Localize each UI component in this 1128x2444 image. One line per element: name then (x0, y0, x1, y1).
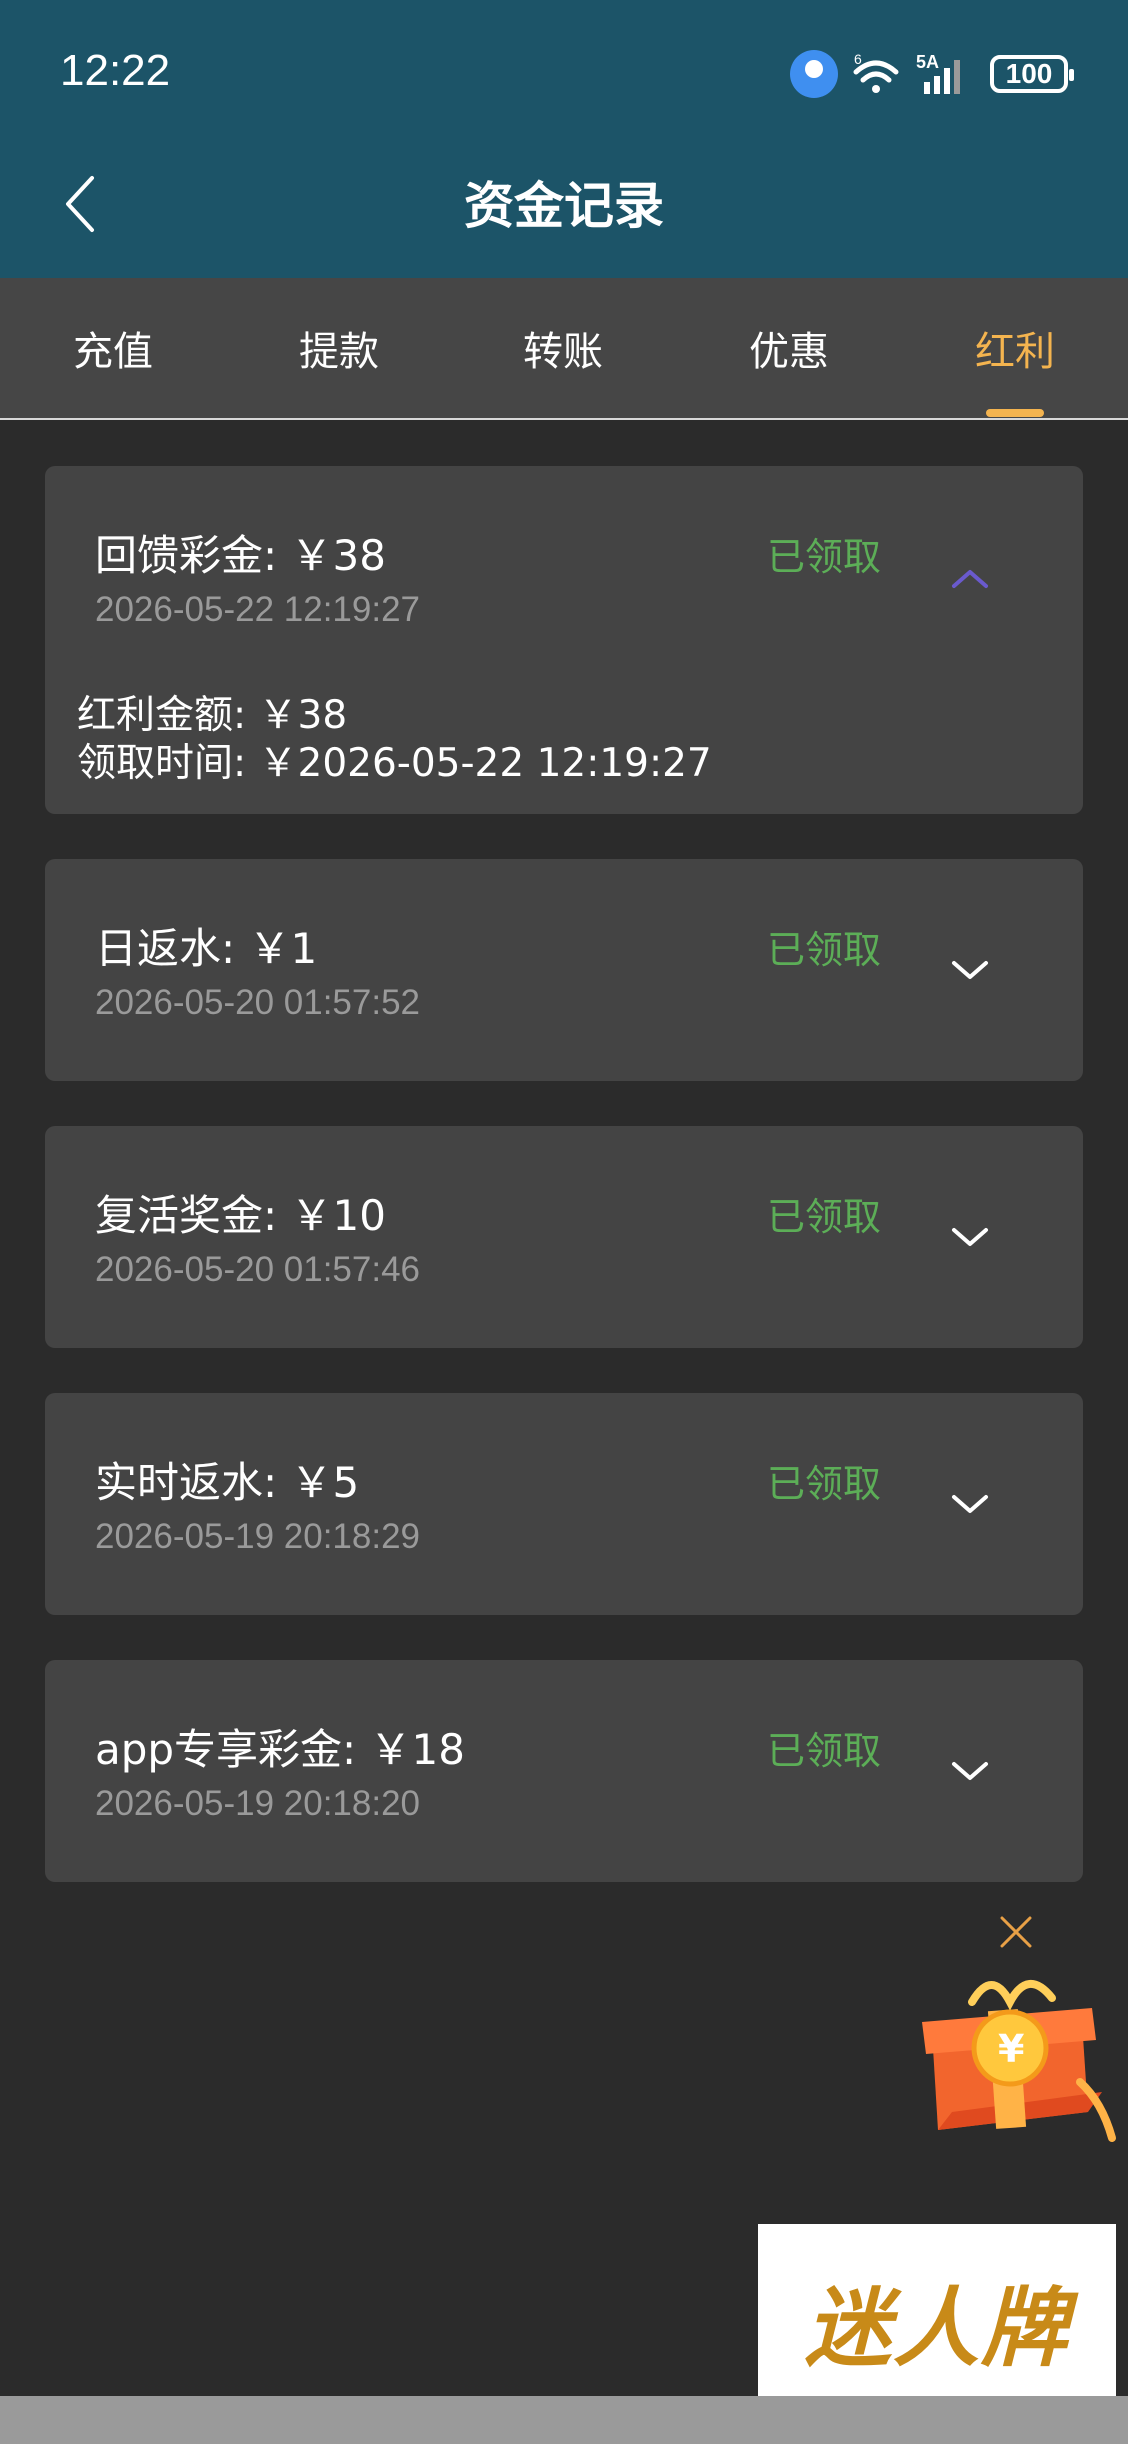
record-card[interactable]: 复活奖金: ￥10 2026-05-20 01:57:46 已领取 (45, 1126, 1083, 1348)
status-icons: 6 5A 100 (790, 46, 1074, 102)
record-title: app专享彩金: ￥18 (95, 1725, 466, 1774)
record-title: 复活奖金: ￥10 (95, 1191, 386, 1240)
expand-toggle[interactable] (945, 1485, 995, 1525)
record-date: 2026-05-20 01:57:46 (95, 1250, 420, 1289)
bottom-bar (0, 2396, 1128, 2444)
tab-withdraw[interactable]: 提款 (226, 278, 452, 418)
brand-logo: 迷人牌 (758, 2224, 1116, 2416)
expand-toggle[interactable] (945, 1218, 995, 1258)
battery-icon: 100 (990, 55, 1074, 93)
svg-text:¥: ¥ (998, 2027, 1024, 2071)
record-status: 已领取 (767, 1195, 882, 1239)
record-date: 2026-05-22 12:19:27 (95, 590, 420, 629)
record-status: 已领取 (767, 535, 882, 579)
chevron-down-icon (952, 961, 988, 979)
record-title: 实时返水: ￥5 (95, 1458, 360, 1507)
app-header: 12:22 6 5A 100 资金记录 (0, 0, 1128, 278)
chevron-down-icon (952, 1762, 988, 1780)
network-label: 5A (916, 52, 939, 72)
record-status: 已领取 (767, 1462, 882, 1506)
record-date: 2026-05-20 01:57:52 (95, 983, 420, 1022)
tab-bonus[interactable]: 红利 (902, 278, 1128, 418)
tab-recharge[interactable]: 充值 (0, 278, 226, 418)
record-date: 2026-05-19 20:18:20 (95, 1784, 420, 1823)
record-title: 日返水: ￥1 (95, 924, 318, 973)
expand-toggle[interactable] (945, 1752, 995, 1792)
page-title: 资金记录 (464, 177, 664, 235)
record-status: 已领取 (767, 928, 882, 972)
status-time: 12:22 (60, 46, 171, 95)
tab-bar: 充值 提款 转账 优惠 红利 (0, 278, 1128, 420)
gift-box-icon[interactable]: ¥ (912, 1962, 1118, 2148)
tab-promotion[interactable]: 优惠 (676, 278, 902, 418)
signal-icon: 5A (916, 52, 960, 94)
expand-toggle[interactable] (945, 951, 995, 991)
location-icon (790, 50, 838, 98)
record-card[interactable]: 实时返水: ￥5 2026-05-19 20:18:29 已领取 (45, 1393, 1083, 1615)
wifi-icon: 6 (853, 52, 899, 93)
battery-level: 100 (1005, 58, 1053, 89)
wifi-badge: 6 (854, 52, 862, 67)
record-title: 回馈彩金: ￥38 (95, 531, 386, 580)
record-card[interactable]: 回馈彩金: ￥38 2026-05-22 12:19:27 已领取 红利金额: … (45, 466, 1083, 814)
chevron-down-icon (952, 1495, 988, 1513)
record-card[interactable]: app专享彩金: ￥18 2026-05-19 20:18:20 已领取 (45, 1660, 1083, 1882)
close-icon[interactable] (994, 1910, 1038, 1954)
record-card[interactable]: 日返水: ￥1 2026-05-20 01:57:52 已领取 (45, 859, 1083, 1081)
chevron-up-icon (952, 570, 988, 588)
record-status: 已领取 (767, 1729, 882, 1773)
active-tab-indicator (986, 409, 1044, 417)
brand-logo-text: 迷人牌 (805, 2277, 1069, 2379)
detail-time: 领取时间: ￥2026-05-22 12:19:27 (77, 741, 712, 786)
collapse-toggle[interactable] (945, 558, 995, 598)
record-date: 2026-05-19 20:18:29 (95, 1517, 420, 1556)
chevron-down-icon (952, 1228, 988, 1246)
tab-transfer[interactable]: 转账 (450, 278, 676, 418)
